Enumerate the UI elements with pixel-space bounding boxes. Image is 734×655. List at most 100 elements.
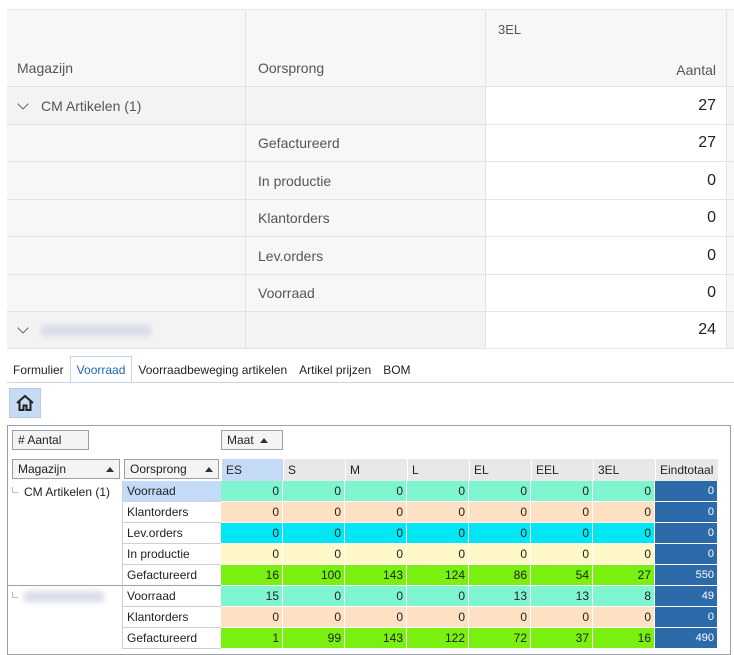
value-cell[interactable]: 0 xyxy=(283,544,345,565)
tab-formulier[interactable]: Formulier xyxy=(7,356,70,383)
value-cell[interactable]: 0 xyxy=(345,502,407,523)
row-header-klantorders[interactable]: Klantorders xyxy=(122,607,221,628)
value-cell[interactable]: 122 xyxy=(407,628,469,649)
value-cell[interactable]: 0 xyxy=(345,523,407,544)
column-field-button[interactable]: Maat xyxy=(221,430,283,450)
column-header-el[interactable]: EL xyxy=(469,459,531,481)
value-cell[interactable]: 13 xyxy=(531,586,593,607)
sub-row[interactable]: Klantorders 0 xyxy=(7,200,734,237)
value-cell[interactable]: 0 xyxy=(221,523,283,544)
value-cell[interactable]: 0 xyxy=(283,586,345,607)
value-cell[interactable]: 0 xyxy=(469,502,531,523)
value-cell[interactable]: 15 xyxy=(221,586,283,607)
grand-total-cell[interactable]: 0 xyxy=(655,544,718,565)
value-cell[interactable]: 0 xyxy=(469,544,531,565)
value-cell[interactable]: 0 xyxy=(531,607,593,628)
column-header-eel[interactable]: EEL xyxy=(531,459,593,481)
row-header-voorraad[interactable]: Voorraad xyxy=(122,586,221,607)
value-cell[interactable]: 0 xyxy=(283,607,345,628)
value-cell[interactable]: 0 xyxy=(407,481,469,502)
value-cell[interactable]: 16 xyxy=(221,565,283,586)
grand-total-cell[interactable]: 0 xyxy=(655,502,718,523)
grand-total-cell[interactable]: 490 xyxy=(655,628,718,649)
value-cell[interactable]: 54 xyxy=(531,565,593,586)
grand-total-cell[interactable]: 0 xyxy=(655,607,718,628)
group-row[interactable]: 24 xyxy=(7,312,734,349)
chevron-down-icon[interactable] xyxy=(17,97,29,110)
value-cell[interactable]: 13 xyxy=(469,586,531,607)
row-header-levorders[interactable]: Lev.orders xyxy=(122,523,221,544)
value-cell[interactable]: 0 xyxy=(407,607,469,628)
sub-row[interactable]: Voorraad 0 xyxy=(7,275,734,312)
value-cell[interactable]: 0 xyxy=(407,502,469,523)
row-field-oorsprong-button[interactable]: Oorsprong xyxy=(124,459,219,479)
grand-total-cell[interactable]: 0 xyxy=(655,523,718,544)
value-cell[interactable]: 0 xyxy=(283,481,345,502)
sub-row[interactable]: Gefactureerd 27 xyxy=(7,125,734,162)
value-cell[interactable]: 72 xyxy=(469,628,531,649)
row-header-gefactureerd[interactable]: Gefactureerd xyxy=(122,628,221,649)
value-cell[interactable]: 37 xyxy=(531,628,593,649)
value-cell[interactable]: 0 xyxy=(221,502,283,523)
value-cell[interactable]: 1 xyxy=(221,628,283,649)
value-cell[interactable]: 0 xyxy=(469,523,531,544)
header-oorsprong[interactable]: Oorsprong xyxy=(245,10,485,86)
value-cell[interactable]: 0 xyxy=(345,607,407,628)
value-cell[interactable]: 0 xyxy=(531,544,593,565)
tab-voorraad[interactable]: Voorraad xyxy=(69,356,133,383)
row-header-gefactureerd[interactable]: Gefactureerd xyxy=(122,565,221,586)
value-cell[interactable]: 143 xyxy=(345,565,407,586)
row-header-klantorders[interactable]: Klantorders xyxy=(122,502,221,523)
header-3el[interactable]: 3EL Aantal xyxy=(485,10,726,86)
value-cell[interactable]: 0 xyxy=(593,481,655,502)
chevron-down-icon[interactable] xyxy=(17,322,29,334)
value-cell[interactable]: 0 xyxy=(407,586,469,607)
column-header-es[interactable]: ES xyxy=(221,459,283,481)
value-cell[interactable]: 8 xyxy=(593,586,655,607)
value-cell[interactable]: 0 xyxy=(407,544,469,565)
value-cell[interactable]: 0 xyxy=(593,607,655,628)
value-cell[interactable]: 0 xyxy=(345,481,407,502)
value-cell[interactable]: 0 xyxy=(283,502,345,523)
value-cell[interactable]: 100 xyxy=(283,565,345,586)
column-header-eindtotaal[interactable]: Eindtotaal xyxy=(655,459,718,481)
value-cell[interactable]: 0 xyxy=(345,586,407,607)
grand-total-cell[interactable]: 49 xyxy=(655,586,718,607)
value-cell[interactable]: 0 xyxy=(531,481,593,502)
value-cell[interactable]: 0 xyxy=(283,523,345,544)
grand-total-cell[interactable]: 0 xyxy=(655,481,718,502)
tab-artikel-prijzen[interactable]: Artikel prijzen xyxy=(293,356,377,383)
value-cell[interactable]: 0 xyxy=(531,502,593,523)
value-cell[interactable]: 16 xyxy=(593,628,655,649)
tab-bom[interactable]: BOM xyxy=(377,356,416,383)
group-row[interactable]: CM Artikelen (1) 27 xyxy=(7,87,734,125)
row-header-inproductie[interactable]: In productie xyxy=(122,544,221,565)
home-button[interactable] xyxy=(9,388,41,418)
magazijn-row-header[interactable] xyxy=(12,586,104,607)
value-cell[interactable]: 0 xyxy=(221,481,283,502)
sub-row[interactable]: In productie 0 xyxy=(7,162,734,200)
value-cell[interactable]: 0 xyxy=(345,544,407,565)
data-field-button[interactable]: # Aantal xyxy=(12,430,89,450)
magazijn-row-header[interactable]: CM Artikelen (1) xyxy=(12,481,110,502)
value-cell[interactable]: 99 xyxy=(283,628,345,649)
column-header-3el[interactable]: 3EL xyxy=(593,459,655,481)
grand-total-cell[interactable]: 550 xyxy=(655,565,718,586)
value-cell[interactable]: 0 xyxy=(221,544,283,565)
value-cell[interactable]: 0 xyxy=(407,523,469,544)
column-header-s[interactable]: S xyxy=(283,459,345,481)
tab-voorraadbeweging[interactable]: Voorraadbeweging artikelen xyxy=(132,356,293,383)
value-cell[interactable]: 0 xyxy=(469,607,531,628)
value-cell[interactable]: 143 xyxy=(345,628,407,649)
row-header-voorraad[interactable]: Voorraad xyxy=(122,481,221,502)
value-cell[interactable]: 0 xyxy=(531,523,593,544)
value-cell[interactable]: 0 xyxy=(593,544,655,565)
value-cell[interactable]: 0 xyxy=(593,502,655,523)
value-cell[interactable]: 0 xyxy=(469,481,531,502)
value-cell[interactable]: 0 xyxy=(221,607,283,628)
value-cell[interactable]: 86 xyxy=(469,565,531,586)
column-header-l[interactable]: L xyxy=(407,459,469,481)
sub-row[interactable]: Lev.orders 0 xyxy=(7,237,734,275)
value-cell[interactable]: 0 xyxy=(593,523,655,544)
column-header-m[interactable]: M xyxy=(345,459,407,481)
